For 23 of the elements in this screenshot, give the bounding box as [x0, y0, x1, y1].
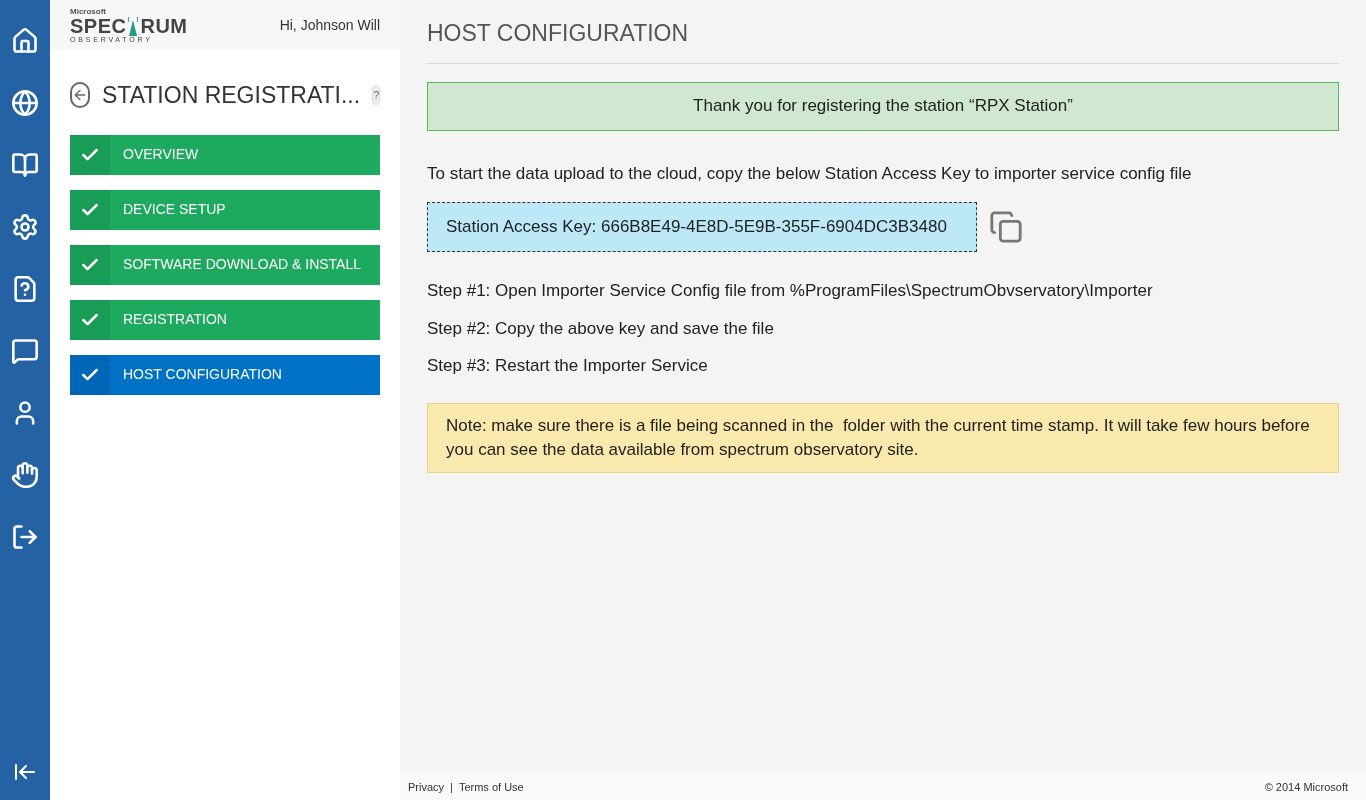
success-banner: Thank you for registering the station “RPX Station”: [427, 81, 1339, 131]
wizard-step[interactable]: REGISTRATION: [70, 299, 380, 340]
access-key-field[interactable]: Station Access Key: 666B8E49-4E8D-5E9B-355F-6904DC3B3480: [427, 202, 977, 252]
instruction-text: To start the data upload to the cloud, copy the below Station Access Key to importer service config file: [427, 162, 1193, 185]
greeting: Hi, Johnson Will: [279, 15, 380, 35]
wizard-title: STATION REGISTRATI...: [102, 81, 361, 110]
privacy-link[interactable]: Privacy: [408, 778, 445, 796]
terms-link[interactable]: Terms of Use: [458, 778, 524, 796]
wizard-step[interactable]: DEVICE SETUP: [70, 189, 380, 230]
step-text: Step #1: Open Importer Service Config file from %ProgramFiles\SpectrumObvservatory\Importer: [427, 280, 1154, 302]
step-text: Step #3: Restart the Importer Service: [427, 355, 709, 377]
separator: |: [450, 779, 453, 795]
wizard-step[interactable]: SOFTWARE DOWNLOAD & INSTALL: [70, 244, 380, 285]
help-button[interactable]: ?: [372, 85, 381, 106]
step-text: Step #2: Copy the above key and save the file: [427, 317, 775, 340]
page-title: HOST CONFIGURATION: [427, 19, 690, 48]
wizard-step[interactable]: OVERVIEW: [70, 134, 380, 175]
tower-icon: [126, 15, 141, 36]
copyright: © 2014 Microsoft: [1264, 779, 1349, 795]
back-button[interactable]: [70, 82, 90, 109]
note-banner: Note: make sure there is a file being scanned in the folder with the current time stamp. It will take few hours before you can see the data available from spectrum observatory site.: [427, 402, 1339, 473]
copy-icon[interactable]: [989, 210, 1023, 244]
wizard-step[interactable]: HOST CONFIGURATION: [70, 354, 380, 395]
